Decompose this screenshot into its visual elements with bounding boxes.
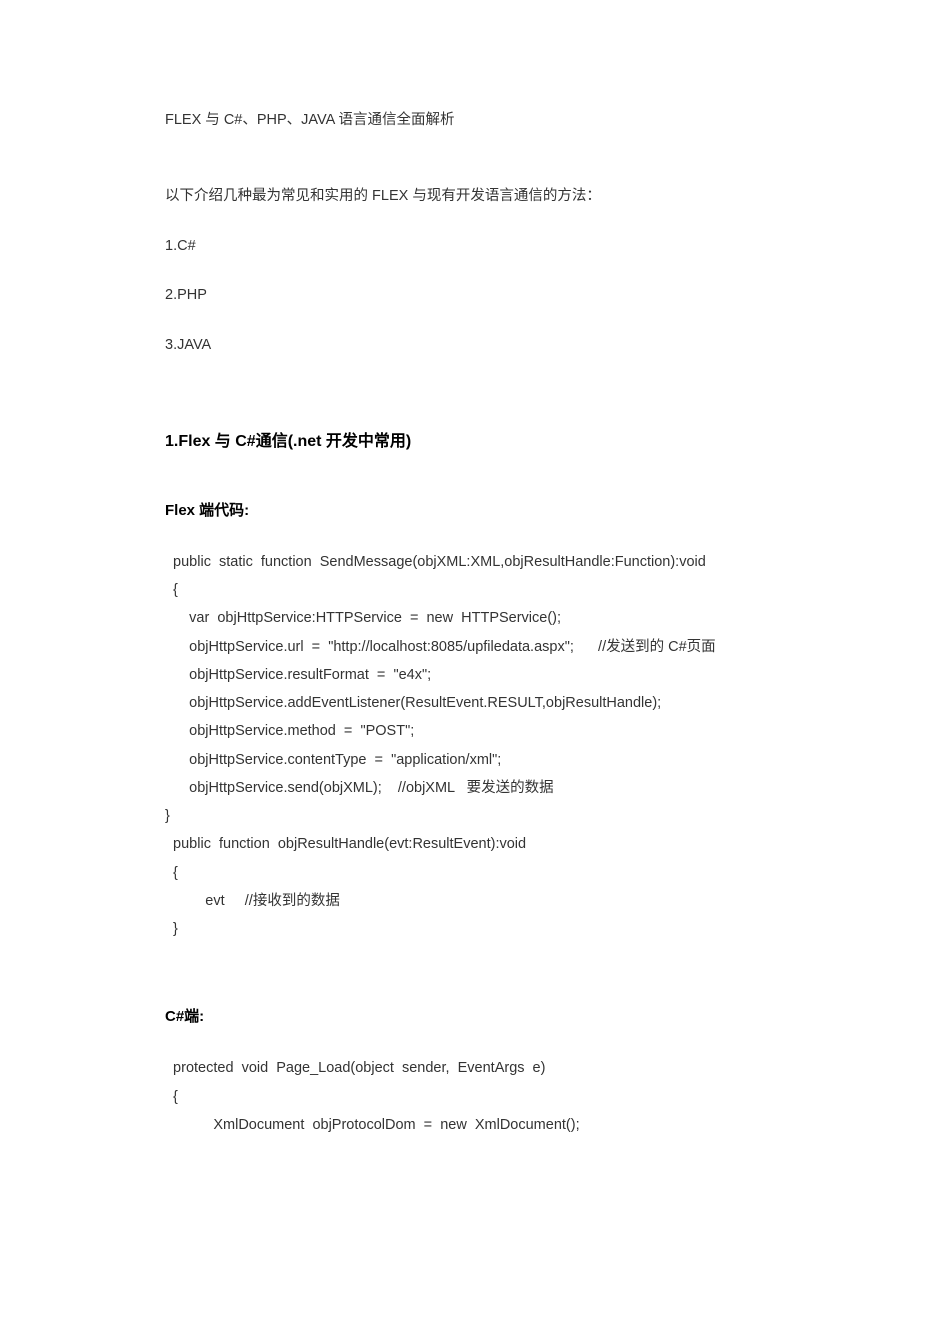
flex-code-block: public static function SendMessage(objXM… [165,548,780,944]
code-line: var objHttpService:HTTPService = new HTT… [165,604,780,632]
code-line: evt //接收到的数据 [165,887,780,915]
list-item-php: 2.PHP [165,285,780,307]
list-item-java: 3.JAVA [165,335,780,357]
code-line: objHttpService.method = "POST"; [165,717,780,745]
code-line: objHttpService.contentType = "applicatio… [165,746,780,774]
code-line: { [165,859,780,887]
code-line: } [165,915,780,943]
code-line: objHttpService.resultFormat = "e4x"; [165,661,780,689]
csharp-code-block: protected void Page_Load(object sender, … [165,1054,780,1139]
code-line: public function objResultHandle(evt:Resu… [165,830,780,858]
code-line: XmlDocument objProtocolDom = new XmlDocu… [165,1111,780,1139]
code-line: } [165,802,780,830]
code-line: objHttpService.addEventListener(ResultEv… [165,689,780,717]
code-line: { [165,1083,780,1111]
csharp-code-label: C#端: [165,1005,780,1026]
section-heading-csharp: 1.Flex 与 C#通信(.net 开发中常用) [165,427,780,451]
intro-paragraph: 以下介绍几种最为常见和实用的 FLEX 与现有开发语言通信的方法： [165,186,780,208]
code-line: objHttpService.send(objXML); //objXML 要发… [165,774,780,802]
list-item-csharp: 1.C# [165,236,780,258]
flex-code-label: Flex 端代码: [165,499,780,520]
code-line: { [165,576,780,604]
document-page: FLEX 与 C#、PHP、JAVA 语言通信全面解析 以下介绍几种最为常见和实… [0,0,945,1219]
code-line: objHttpService.url = "http://localhost:8… [165,633,780,661]
code-line: public static function SendMessage(objXM… [165,548,780,576]
page-title: FLEX 与 C#、PHP、JAVA 语言通信全面解析 [165,110,780,132]
code-line: protected void Page_Load(object sender, … [165,1054,780,1082]
